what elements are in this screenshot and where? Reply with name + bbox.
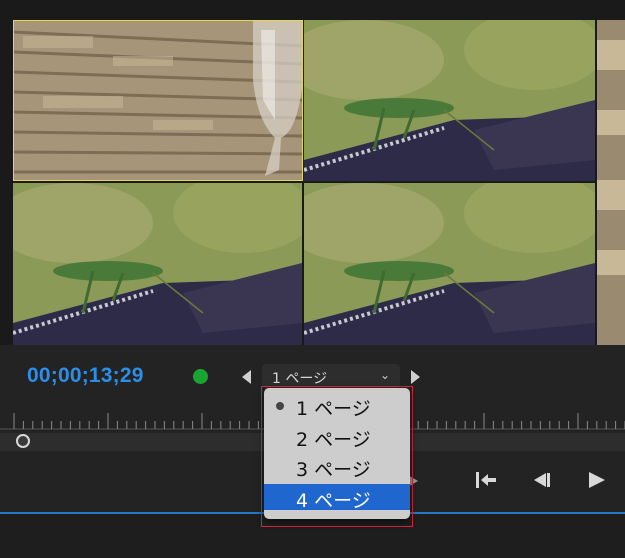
play-icon[interactable] (586, 470, 606, 490)
previous-page-arrow-icon[interactable] (242, 370, 251, 384)
thumbnail-clip-grasshopper-2[interactable] (13, 183, 302, 345)
page-select-dropdown[interactable]: 1 ページ ⌄ (262, 364, 400, 388)
go-to-in-icon[interactable] (474, 470, 498, 490)
page-select-value: 1 ページ (272, 371, 328, 387)
checked-bullet-icon (276, 402, 284, 410)
step-back-icon[interactable] (530, 470, 552, 490)
next-page-arrow-icon[interactable] (411, 370, 420, 384)
menu-item-page-3[interactable]: 3 ページ (264, 453, 410, 481)
thumbnail-clip-grasshopper-1[interactable] (304, 20, 595, 181)
menu-item-page-4[interactable]: 4 ページ (264, 484, 410, 512)
status-indicator-icon (193, 369, 208, 384)
playhead-handle[interactable] (16, 434, 30, 448)
chevron-down-icon: ⌄ (379, 368, 390, 382)
timecode-display[interactable]: 00;00;13;29 (27, 364, 144, 388)
thumbnail-clip-partial[interactable] (597, 20, 625, 345)
thumbnail-clip-grasshopper-3[interactable] (304, 183, 595, 345)
thumbnail-grid (0, 0, 625, 345)
menu-item-page-2[interactable]: 2 ページ (264, 423, 410, 451)
menu-item-page-1[interactable]: 1 ページ (264, 392, 410, 420)
thumbnail-clip-glass[interactable] (13, 20, 302, 181)
page-dropdown-menu: 1 ページ 2 ページ 3 ページ 4 ページ (264, 388, 410, 519)
